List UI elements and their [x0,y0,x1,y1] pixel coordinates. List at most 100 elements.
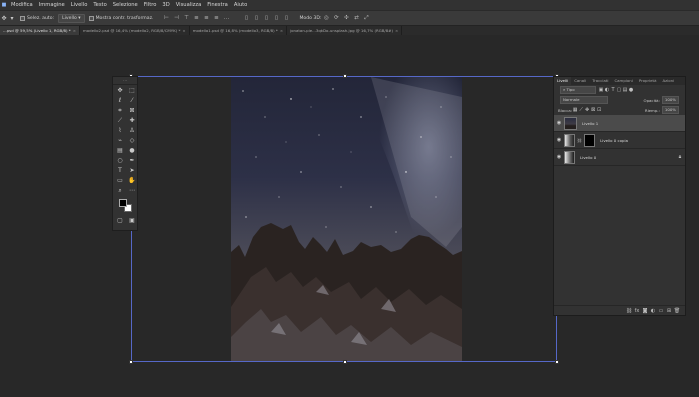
history-brush-icon[interactable]: ⌁ [114,136,126,146]
pan-icon[interactable]: ✣ [343,15,350,22]
tab-document-3[interactable]: modello1.psd @ 16,8% (modello3, RGB/8) *… [190,26,288,35]
eraser-icon[interactable]: ◇ [126,136,138,146]
show-transform-checkbox[interactable]: Mostra contr. trasformaz. [88,15,153,21]
zoom-icon[interactable]: ⌕ [114,186,126,196]
blur-icon[interactable]: ● [126,146,138,156]
tab-proprieta[interactable]: Proprietà [636,77,660,85]
type-icon[interactable]: T [114,166,126,176]
opacity-input[interactable]: 100% [661,96,679,104]
close-icon[interactable]: × [395,26,398,35]
align-bottom-icon[interactable]: ≡ [213,15,220,22]
adjustment-icon[interactable]: ◐ [649,308,657,314]
rectangle-icon[interactable]: ▭ [114,176,126,186]
more-tools-icon[interactable]: ⋯ [126,186,138,196]
chain-icon[interactable]: ⛓ [577,138,582,143]
fill-input[interactable]: 100% [661,106,679,114]
more-icon[interactable]: … [223,15,230,22]
close-icon[interactable]: × [182,26,185,35]
tab-campioni[interactable]: Campioni [611,77,635,85]
menu-aiuto[interactable]: Aiuto [231,2,251,8]
new-layer-icon[interactable]: ⊞ [665,308,673,314]
brush-icon[interactable]: ⌇ [114,126,126,136]
color-swatches[interactable] [113,197,137,215]
panel-grip[interactable]: ⋯ [113,77,137,85]
document-tabs: ...psd @ 59,5% (Livello 1, RGB/8) * × mod… [0,26,699,35]
tab-livelli[interactable]: Livelli [554,77,572,85]
scale-icon[interactable]: ⤢ [363,15,370,22]
visibility-eye-icon[interactable]: ◉ [554,120,564,126]
align-top-icon[interactable]: ≡ [193,15,200,22]
tab-canali[interactable]: Canali [571,77,589,85]
quick-mask-icon[interactable]: ▢ [114,216,126,226]
healing-icon[interactable]: ✚ [126,116,138,126]
distribute-icon[interactable]: ▯ [253,15,260,22]
distribute-icon[interactable]: ▯ [243,15,250,22]
visibility-eye-icon[interactable]: ◉ [554,137,564,143]
filter-toggle-icon[interactable]: ● [628,87,634,93]
tab-tracciati[interactable]: Tracciati [589,77,611,85]
align-middle-icon[interactable]: ≡ [203,15,210,22]
fx-icon[interactable]: fx [633,308,641,314]
foreground-color-swatch[interactable] [119,199,127,207]
auto-select-checkbox[interactable]: Selez. auto: [20,15,54,21]
move-icon[interactable]: ✥ [114,86,126,96]
chevron-down-icon[interactable]: ▾ [8,15,16,22]
close-icon[interactable]: × [73,26,76,35]
photoshop-icon[interactable]: ■ [0,2,8,8]
transform-handle[interactable] [129,360,133,364]
close-icon[interactable]: × [280,26,283,35]
slide-icon[interactable]: ⇄ [353,15,360,22]
rotate-icon[interactable]: ⟳ [333,15,340,22]
menu-modifica[interactable]: Modifica [8,2,36,8]
hand-icon[interactable]: ✋ [126,176,138,186]
link-icon[interactable]: ⛓ [625,308,633,314]
layer-row-livello-0[interactable]: ◉ Livello 0 🔒︎ [554,149,685,166]
pen-icon[interactable]: ✒ [126,156,138,166]
align-center-icon[interactable]: ⊣ [173,15,180,22]
filter-dropdown[interactable]: ⌕ Tipo [560,86,596,94]
marquee-icon[interactable]: ⬚ [126,86,138,96]
distribute-icon[interactable]: ▯ [283,15,290,22]
dodge-icon[interactable]: ○ [114,156,126,166]
menu-selezione[interactable]: Selezione [110,2,141,8]
align-right-icon[interactable]: ⊤ [183,15,190,22]
menu-finestra[interactable]: Finestra [204,2,231,8]
group-icon[interactable]: ▭ [657,308,665,314]
layer-mask-thumbnail[interactable] [584,133,596,147]
menu-immagine[interactable]: Immagine [36,2,68,8]
tab-document-1[interactable]: ...psd @ 59,5% (Livello 1, RGB/8) * × [0,26,80,35]
tab-document-2[interactable]: modello2.psd @ 16,4% (modello2, RGB/8/CM… [80,26,190,35]
move-tool-icon[interactable]: ✥ [0,15,8,22]
visibility-eye-icon[interactable]: ◉ [554,154,564,160]
crop-icon[interactable]: ⌗ [114,106,126,116]
stamp-icon[interactable]: ♙ [126,126,138,136]
transform-handle[interactable] [555,360,559,364]
screen-mode-icon[interactable]: ▣ [126,216,138,226]
tab-azioni[interactable]: Azioni [659,77,677,85]
frame-icon[interactable]: ⊠ [126,106,138,116]
menu-filtro[interactable]: Filtro [141,2,160,8]
mask-icon[interactable]: ◙ [641,308,649,314]
trash-icon[interactable]: 🗑︎ [673,308,681,314]
layer-row-livello-1[interactable]: ◉ Livello 1 [554,115,685,132]
lock-all-icon[interactable]: ⊡ [596,107,602,113]
menu-visualizza[interactable]: Visualizza [173,2,205,8]
document-canvas[interactable] [231,77,462,362]
eyedropper-icon[interactable]: ⟋ [114,116,126,126]
tab-document-4[interactable]: jonatan-pie...3qkDo-unsplash.jpg @ 16,7%… [287,26,403,35]
blend-mode-dropdown[interactable]: Normale [560,96,608,104]
distribute-icon[interactable]: ▯ [263,15,270,22]
orbit-icon[interactable]: ◎ [323,15,330,22]
lasso-icon[interactable]: ℓ [114,96,126,106]
menu-3d[interactable]: 3D [159,2,172,8]
layer-row-livello-0-copia[interactable]: ◉ ⛓ Livello 0 copia [554,132,685,149]
magic-wand-icon[interactable]: ⁄ [126,96,138,106]
path-select-icon[interactable]: ➤ [126,166,138,176]
menu-testo[interactable]: Testo [90,2,109,8]
align-left-icon[interactable]: ⊢ [163,15,170,22]
menu-livello[interactable]: Livello [68,2,91,8]
lock-icon[interactable]: 🔒︎ [675,154,685,160]
distribute-icon[interactable]: ▯ [273,15,280,22]
gradient-icon[interactable]: ▤ [114,146,126,156]
auto-select-dropdown[interactable]: Livello ▾ [58,13,85,23]
